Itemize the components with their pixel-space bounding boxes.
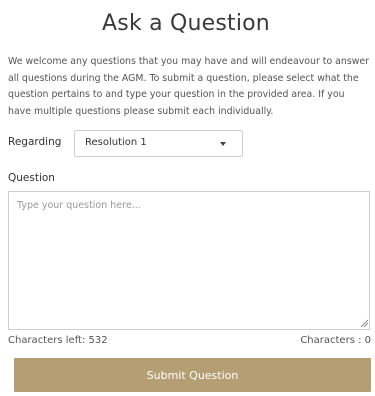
resize-grip-icon[interactable] xyxy=(359,318,368,327)
submit-question-button[interactable]: Submit Question xyxy=(14,358,371,392)
characters-left: Characters left: 532 xyxy=(8,335,108,346)
question-textarea[interactable] xyxy=(8,191,370,330)
chevron-down-icon xyxy=(220,142,226,146)
question-label: Question xyxy=(8,172,55,184)
regarding-label: Regarding xyxy=(8,136,62,148)
intro-text: We welcome any questions that you may ha… xyxy=(8,56,370,117)
regarding-selected-value: Resolution 1 xyxy=(85,137,147,148)
regarding-select[interactable]: Resolution 1 xyxy=(74,130,243,157)
characters-count: Characters : 0 xyxy=(300,335,371,346)
page-title: Ask a Question xyxy=(102,11,270,36)
